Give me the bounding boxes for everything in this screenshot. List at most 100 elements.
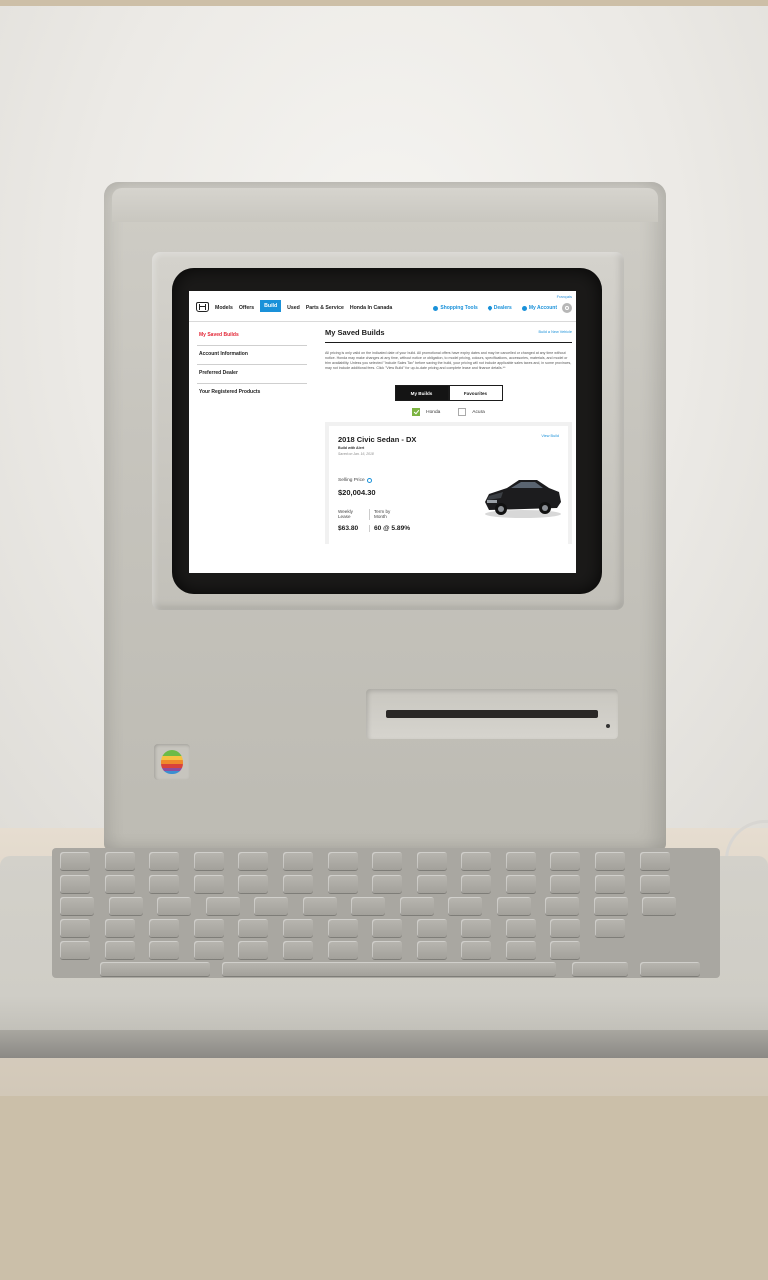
- shopping-tools-label: Shopping Tools: [440, 305, 478, 311]
- keyboard-key: [100, 962, 210, 976]
- nav-parts-service[interactable]: Parts & Service: [306, 305, 344, 311]
- filter-acura[interactable]: Acura: [458, 408, 485, 416]
- keyboard-key: [149, 875, 180, 893]
- filter-honda[interactable]: Honda: [412, 408, 440, 416]
- info-icon[interactable]: [366, 478, 372, 483]
- main-content: My Saved Builds Build a New Vehicle All …: [325, 327, 572, 544]
- keyboard-key: [327, 875, 358, 893]
- dealers-link[interactable]: Dealers: [486, 305, 512, 311]
- keyboard-key: [149, 852, 180, 870]
- keyboard-key: [593, 897, 628, 915]
- keyboard-key: [505, 919, 536, 937]
- tab-my-builds[interactable]: My Builds: [394, 385, 449, 401]
- keyboard-key: [238, 919, 269, 937]
- language-link[interactable]: Français: [557, 294, 572, 299]
- map-pin-icon: [486, 305, 493, 311]
- sidebar-item-my-saved-builds[interactable]: My Saved Builds: [197, 327, 307, 346]
- saved-date: Saved on Jan. 16, 2018: [338, 452, 374, 456]
- nav-offers[interactable]: Offers: [239, 305, 254, 311]
- keyboard-key: [448, 897, 483, 915]
- keyboard-shadow: [0, 1030, 768, 1058]
- apple-badge: [154, 744, 190, 780]
- keyboard-key: [193, 875, 224, 893]
- my-account-label: My Account: [528, 305, 557, 311]
- keyboard-key: [461, 919, 492, 937]
- drive-led: [606, 724, 610, 728]
- keyboard-key: [282, 941, 313, 959]
- keyboard-key: [104, 875, 135, 893]
- keyboard-key: [60, 875, 90, 893]
- selling-price-text: Selling Price: [338, 478, 365, 483]
- term-label: Term by Month: [369, 509, 395, 520]
- gear-icon: [433, 305, 439, 311]
- tab-favourites[interactable]: Favourites: [448, 385, 503, 401]
- keyboard-key: [372, 875, 403, 893]
- keyboard-key: [642, 897, 677, 915]
- honda-logo-icon[interactable]: [196, 302, 209, 312]
- site-header: Français Models Offers Build Used Parts …: [189, 291, 576, 322]
- keyboard-key: [496, 897, 531, 915]
- keyboard-key: [639, 875, 670, 893]
- keyboard-key: [595, 852, 626, 870]
- apple-logo-icon: [161, 750, 183, 774]
- nav-models[interactable]: Models: [215, 305, 233, 311]
- keyboard-key: [327, 941, 358, 959]
- keyboard-key: [108, 897, 143, 915]
- page-header: My Saved Builds Build a New Vehicle: [325, 327, 572, 343]
- keyboard-key: [282, 875, 313, 893]
- honda-filter-label: Honda: [426, 409, 441, 415]
- keyboard-key: [639, 852, 670, 870]
- keyboard-key: [282, 852, 313, 870]
- build-title: 2018 Civic Sedan - DX: [338, 435, 417, 444]
- keyboard-key: [149, 941, 180, 959]
- shopping-tools-link[interactable]: Shopping Tools: [433, 305, 478, 311]
- sidebar-item-registered-products[interactable]: Your Registered Products: [197, 384, 307, 402]
- term-value: 60 @ 5.89%: [369, 525, 410, 532]
- acura-filter-label: Acura: [472, 409, 485, 415]
- view-build-link[interactable]: View Build: [541, 434, 559, 438]
- car-image[interactable]: [479, 472, 563, 520]
- keyboard-key: [60, 941, 90, 959]
- nav-used[interactable]: Used: [287, 305, 300, 311]
- honda-checkbox[interactable]: [412, 408, 421, 416]
- keyboard-key: [238, 875, 269, 893]
- keyboard-key: [157, 897, 192, 915]
- keyboard-key: [149, 919, 180, 937]
- keyboard-key: [238, 852, 269, 870]
- keyboard-key: [545, 897, 580, 915]
- keyboard-key: [416, 875, 447, 893]
- sidebar-item-account-information[interactable]: Account Information: [197, 346, 307, 365]
- space-bar: [222, 962, 556, 976]
- build-new-vehicle-link[interactable]: Build a New Vehicle: [538, 330, 572, 334]
- weekly-lease-label: Weekly Lease: [338, 509, 353, 520]
- keyboard-key: [372, 941, 403, 959]
- keyboard-key: [461, 875, 492, 893]
- nav-build[interactable]: Build: [260, 300, 282, 312]
- weekly-lease-value: $63.80: [338, 525, 359, 532]
- keyboard-key: [193, 919, 224, 937]
- keyboard-key: [372, 919, 403, 937]
- keyboard-key: [351, 897, 386, 915]
- keyboard-key: [550, 919, 581, 937]
- my-account-link[interactable]: My Account: [521, 305, 557, 311]
- floppy-slot: [386, 710, 598, 718]
- nav-honda-in-canada[interactable]: Honda In Canada: [350, 305, 392, 311]
- sidebar-item-preferred-dealer[interactable]: Preferred Dealer: [197, 365, 307, 384]
- build-alert-label[interactable]: Build with Alert: [338, 446, 364, 450]
- acura-checkbox[interactable]: [458, 408, 467, 416]
- ceiling-strip: [0, 0, 768, 6]
- keyboard-key: [60, 852, 90, 870]
- keyboard-key: [104, 852, 135, 870]
- selling-price-label: Selling Price: [338, 478, 372, 483]
- selling-price: $20,004.30: [338, 488, 376, 497]
- keyboard-key: [327, 852, 358, 870]
- header-tools: Shopping Tools Dealers My Account: [423, 303, 572, 313]
- keyboard-key: [254, 897, 289, 915]
- keyboard-key: [550, 941, 581, 959]
- keyboard-key: [372, 852, 403, 870]
- keyboard-key: [282, 919, 313, 937]
- keyboard-key: [640, 962, 700, 976]
- keyboard-key: [302, 897, 337, 915]
- keyboard-key: [416, 941, 447, 959]
- search-icon[interactable]: [562, 303, 572, 313]
